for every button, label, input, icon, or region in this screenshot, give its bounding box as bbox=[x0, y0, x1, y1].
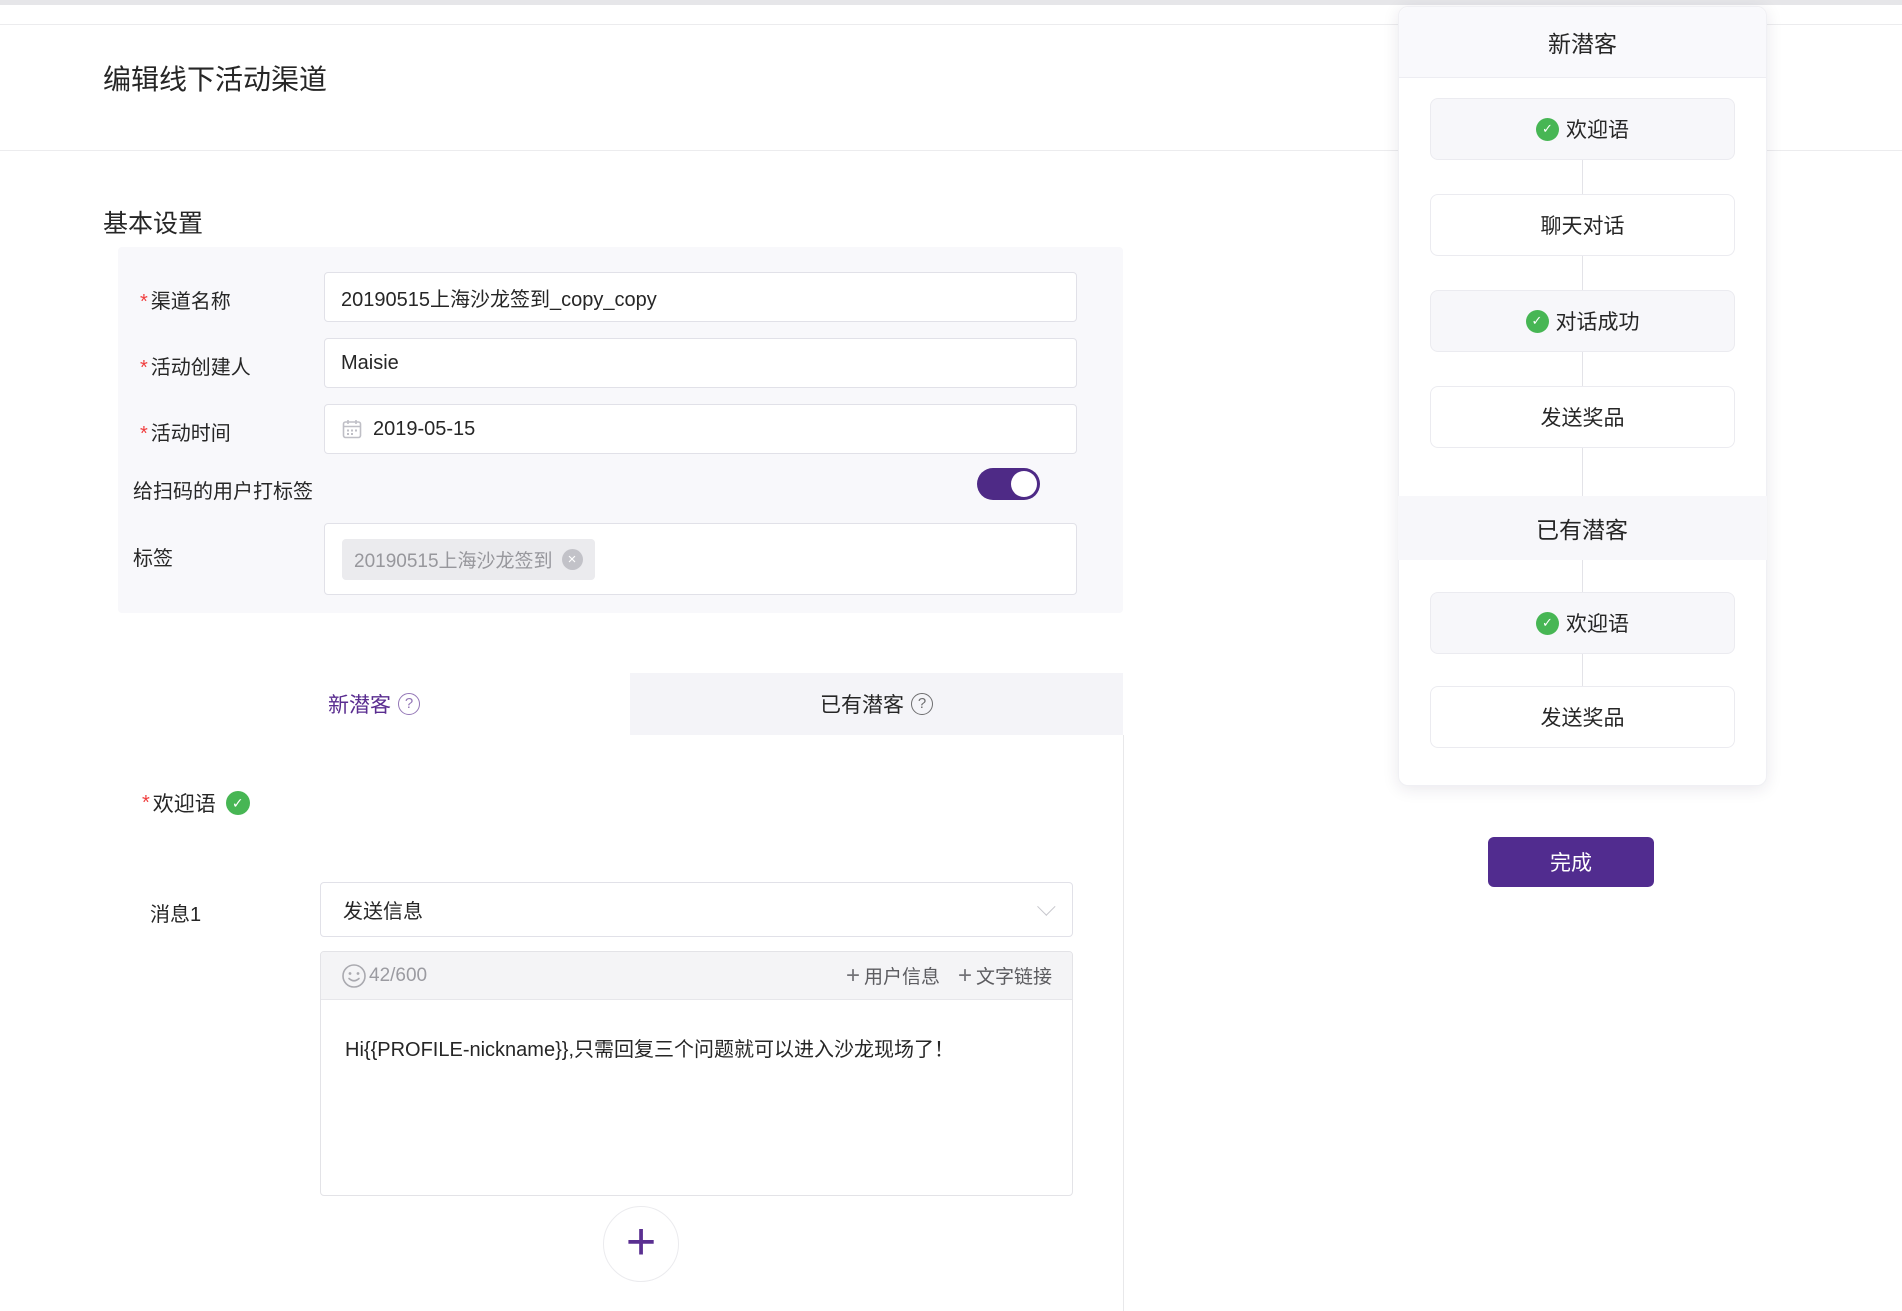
tab-new-prospect-label: 新潜客 bbox=[328, 689, 391, 719]
flow-card: 新潜客 ✓ 欢迎语 聊天对话 ✓ 对话成功 发送奖品 已有潜客 ✓ bbox=[1398, 6, 1767, 786]
tag-label: 标签 bbox=[133, 542, 173, 571]
screen: 编辑线下活动渠道 基本设置 *渠道名称 *活动创建人 *活动时间 2019-05… bbox=[0, 0, 1902, 1311]
required-mark: * bbox=[140, 291, 148, 313]
done-button[interactable]: 完成 bbox=[1488, 837, 1654, 887]
tab-new-prospect[interactable]: 新潜客 ? bbox=[118, 673, 630, 735]
message-label: 消息1 bbox=[150, 898, 201, 927]
tab-existing-prospect[interactable]: 已有潜客 ? bbox=[630, 673, 1123, 735]
tab-panel-right-border bbox=[1123, 735, 1124, 1311]
creator-input[interactable] bbox=[324, 338, 1077, 388]
check-icon: ✓ bbox=[1536, 612, 1559, 635]
top-strip bbox=[0, 0, 1902, 5]
check-icon: ✓ bbox=[226, 791, 250, 815]
flow-section-title-new: 新潜客 bbox=[1399, 7, 1766, 78]
help-icon[interactable]: ? bbox=[398, 693, 420, 715]
flow-node-chat[interactable]: 聊天对话 bbox=[1430, 194, 1735, 256]
flow-node-welcome[interactable]: ✓ 欢迎语 bbox=[1430, 98, 1735, 160]
welcome-label: 欢迎语 bbox=[153, 788, 216, 818]
editor-toolbar: 42/600 + 用户信息 + 文字链接 bbox=[321, 952, 1072, 1000]
add-message-button[interactable]: + bbox=[603, 1206, 679, 1282]
flow-section-title-existing: 已有潜客 bbox=[1398, 496, 1767, 560]
connector-line bbox=[1582, 654, 1583, 686]
message-editor: 42/600 + 用户信息 + 文字链接 Hi{{PROFILE-nicknam… bbox=[320, 951, 1073, 1196]
tag-chip-text: 20190515上海沙龙签到 bbox=[354, 546, 553, 573]
channel-name-input[interactable] bbox=[324, 272, 1077, 322]
basic-settings-panel: *渠道名称 *活动创建人 *活动时间 2019-05-15 给扫码的用户打标签 … bbox=[118, 247, 1123, 613]
tab-existing-prospect-label: 已有潜客 bbox=[820, 689, 904, 719]
message-textarea[interactable]: Hi{{PROFILE-nickname}},只需回复三个问题就可以进入沙龙现场… bbox=[321, 1000, 1072, 1100]
connector-line bbox=[1582, 352, 1583, 386]
message-type-select[interactable]: 发送信息 bbox=[320, 882, 1073, 937]
insert-text-link-button[interactable]: + 文字链接 bbox=[958, 962, 1052, 989]
event-time-input[interactable]: 2019-05-15 bbox=[324, 404, 1077, 454]
connector-line bbox=[1582, 560, 1583, 592]
tag-input[interactable]: 20190515上海沙龙签到 × bbox=[324, 523, 1077, 595]
connector-line bbox=[1582, 256, 1583, 290]
connector-line bbox=[1582, 448, 1583, 496]
required-mark: * bbox=[140, 423, 148, 445]
toggle-knob bbox=[1011, 471, 1037, 497]
basic-settings-heading: 基本设置 bbox=[103, 204, 203, 240]
event-time-value: 2019-05-15 bbox=[373, 418, 475, 441]
connector-line bbox=[1582, 160, 1583, 194]
welcome-row: * 欢迎语 ✓ bbox=[142, 788, 250, 818]
page-title: 编辑线下活动渠道 bbox=[103, 58, 327, 98]
smiley-icon[interactable] bbox=[341, 963, 367, 989]
calendar-icon bbox=[341, 418, 363, 440]
close-icon[interactable]: × bbox=[562, 549, 583, 570]
event-time-label: *活动时间 bbox=[140, 417, 231, 446]
help-icon[interactable]: ? bbox=[911, 693, 933, 715]
flow-node-send-prize[interactable]: 发送奖品 bbox=[1430, 386, 1735, 448]
chevron-down-icon bbox=[1037, 897, 1055, 915]
channel-name-label: *渠道名称 bbox=[140, 285, 231, 314]
flow-body: ✓ 欢迎语 聊天对话 ✓ 对话成功 发送奖品 已有潜客 ✓ 欢迎语 bbox=[1399, 78, 1766, 748]
plus-icon: + bbox=[626, 1216, 656, 1268]
tag-users-label: 给扫码的用户打标签 bbox=[133, 475, 313, 504]
insert-user-info-button[interactable]: + 用户信息 bbox=[846, 962, 940, 989]
flow-node-chat-success[interactable]: ✓ 对话成功 bbox=[1430, 290, 1735, 352]
check-icon: ✓ bbox=[1526, 310, 1549, 333]
tag-users-toggle[interactable] bbox=[977, 468, 1040, 500]
plus-icon: + bbox=[846, 964, 860, 988]
plus-icon: + bbox=[958, 964, 972, 988]
flow-node-send-prize-existing[interactable]: 发送奖品 bbox=[1430, 686, 1735, 748]
message-type-value: 发送信息 bbox=[343, 895, 423, 924]
tag-chip[interactable]: 20190515上海沙龙签到 × bbox=[342, 539, 595, 580]
check-icon: ✓ bbox=[1536, 118, 1559, 141]
creator-label: *活动创建人 bbox=[140, 351, 251, 380]
required-mark: * bbox=[140, 357, 148, 379]
required-mark: * bbox=[142, 792, 150, 815]
flow-node-welcome-existing[interactable]: ✓ 欢迎语 bbox=[1430, 592, 1735, 654]
char-counter: 42/600 bbox=[369, 965, 427, 987]
